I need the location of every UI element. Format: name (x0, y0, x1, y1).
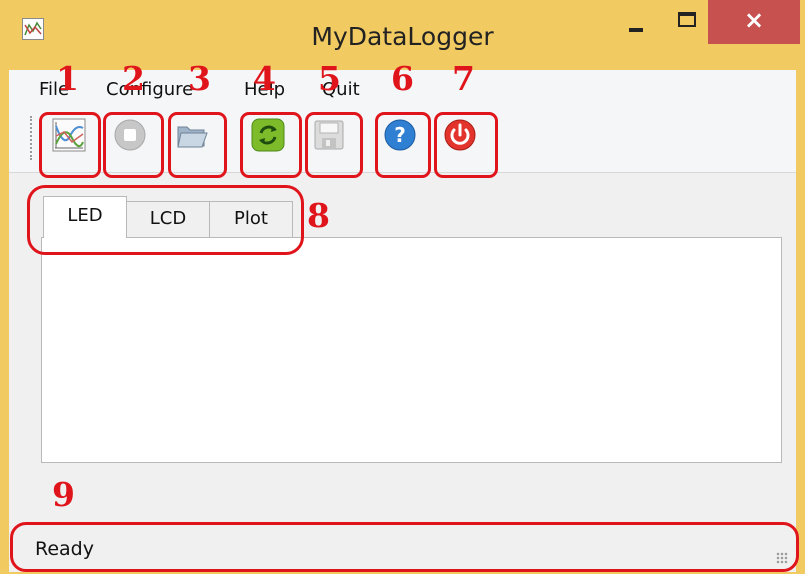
tab-content-panel (41, 237, 782, 463)
close-icon: × (743, 6, 765, 34)
minimize-button[interactable] (618, 0, 666, 48)
callout-box-4 (240, 112, 302, 178)
annotation-number-4: 4 (253, 59, 276, 98)
callout-box-5 (305, 112, 363, 178)
close-button[interactable]: × (708, 0, 800, 44)
minimize-icon (629, 28, 643, 32)
annotation-number-8: 8 (307, 196, 330, 235)
annotation-number-9: 9 (52, 475, 75, 514)
callout-box-1 (39, 112, 101, 178)
callout-box-2 (103, 112, 164, 178)
callout-box-9 (10, 522, 799, 572)
menu-configure[interactable]: Configure (106, 79, 193, 100)
annotation-number-1: 1 (56, 59, 79, 98)
callout-box-7 (434, 112, 498, 178)
annotation-number-2: 2 (122, 59, 145, 98)
app-window: MyDataLogger × File Configure Help Quit (0, 0, 805, 574)
annotation-number-3: 3 (188, 59, 211, 98)
annotation-number-7: 7 (452, 59, 475, 98)
callout-box-6 (375, 112, 431, 178)
maximize-icon (678, 12, 696, 27)
toolbar-grip[interactable] (30, 116, 35, 160)
annotation-number-5: 5 (318, 59, 341, 98)
callout-box-3 (168, 112, 227, 178)
tab-led[interactable]: LED (43, 196, 127, 238)
annotation-number-6: 6 (391, 59, 414, 98)
